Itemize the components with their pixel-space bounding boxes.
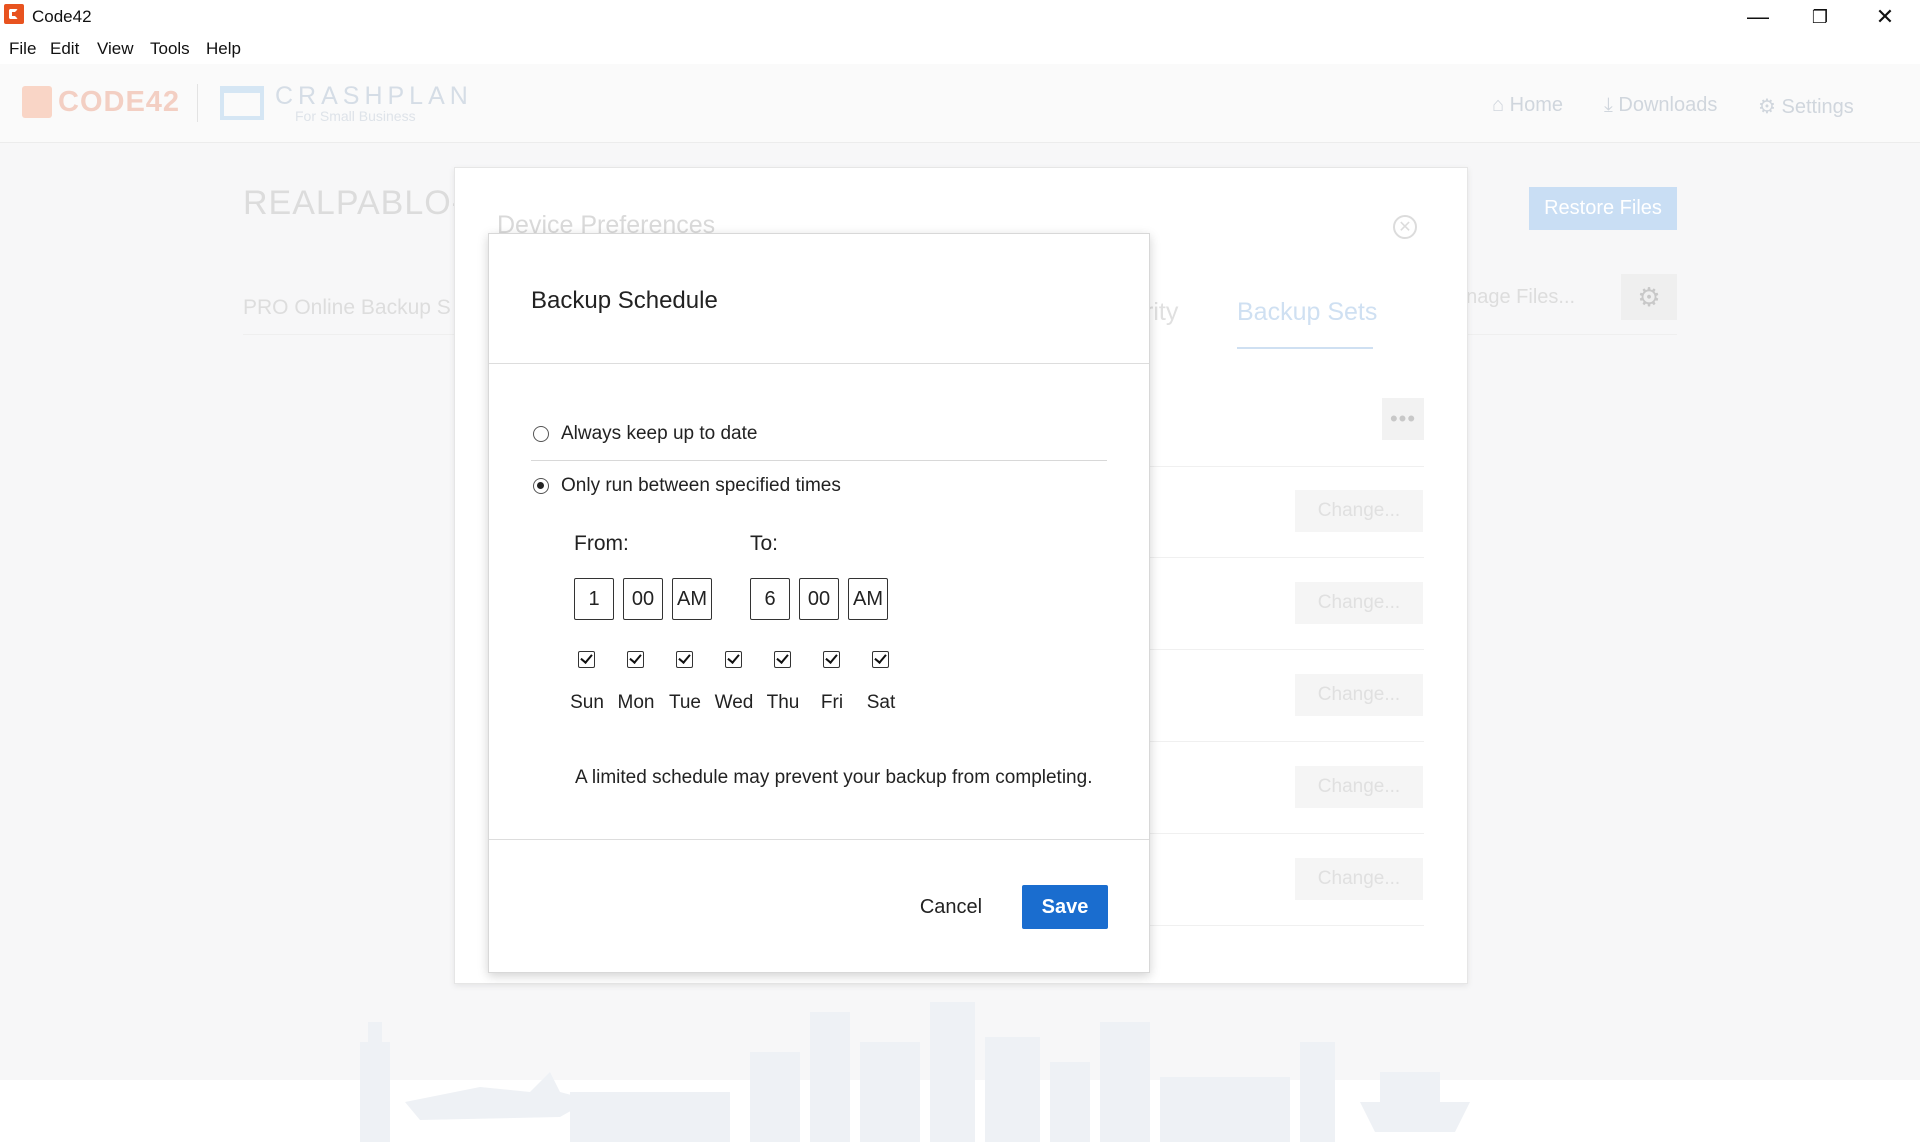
footer-divider [489,839,1149,840]
checkbox-sun[interactable] [578,651,595,668]
crashplan-logo-subtitle: For Small Business [295,108,416,124]
panel-close-button[interactable]: ✕ [1393,215,1417,239]
gear-icon: ⚙ [1758,96,1776,118]
checkbox-tue[interactable] [676,651,693,668]
checkbox-mon[interactable] [627,651,644,668]
nav-downloads[interactable]: ⤓ Downloads [1604,94,1717,117]
to-ampm-field[interactable]: AM [848,578,888,620]
menu-edit[interactable]: Edit [50,39,79,59]
day-label-sat: Sat [866,692,896,713]
device-settings-button[interactable]: ⚙ [1621,274,1677,320]
code42-logo-icon [22,86,52,118]
change-button[interactable]: Change... [1295,582,1423,624]
restore-files-button[interactable]: Restore Files [1529,187,1677,230]
row-divider [1144,833,1424,834]
restore-window-button[interactable]: ❐ [1790,0,1850,34]
to-minute-field[interactable]: 00 [799,578,839,620]
menu-help[interactable]: Help [206,39,241,59]
from-minute-field[interactable]: 00 [623,578,663,620]
radio-specified-times[interactable] [533,478,549,494]
backup-schedule-dialog: Backup Schedule Always keep up to date O… [488,233,1150,973]
from-hour-field[interactable]: 1 [574,578,614,620]
row-divider [1144,649,1424,650]
nav-settings[interactable]: ⚙ Settings [1758,94,1854,119]
to-hour-field[interactable]: 6 [750,578,790,620]
menu-file[interactable]: File [9,39,36,59]
close-window-button[interactable]: ✕ [1855,0,1915,34]
change-button[interactable]: Change... [1295,490,1423,532]
title-bar: Code42 — ❐ ✕ [0,0,1920,34]
day-label-tue: Tue [668,692,702,713]
menu-view[interactable]: View [97,39,134,59]
active-tab-indicator [1237,347,1373,349]
radio-specified-times-label[interactable]: Only run between specified times [561,475,841,497]
minimize-button[interactable]: — [1728,0,1788,34]
radio-always-up-to-date[interactable] [533,426,549,442]
tab-backup-sets[interactable]: Backup Sets [1237,298,1377,327]
crashplan-logo-text: CRASHPLAN [275,82,473,110]
save-button[interactable]: Save [1022,885,1108,929]
nav-home-label: Home [1509,94,1564,116]
day-label-mon: Mon [617,692,655,713]
checkbox-sat[interactable] [872,651,889,668]
code42-logo-text: CODE42 [58,86,181,118]
dialog-title: Backup Schedule [531,287,718,314]
home-icon: ⌂ [1492,94,1505,116]
code42-app-icon [4,4,24,24]
nav-home[interactable]: ⌂ Home [1492,94,1563,117]
gear-icon: ⚙ [1637,281,1661,312]
header-divider [489,363,1149,364]
day-label-fri: Fri [820,692,844,713]
window-title: Code42 [32,7,92,26]
nav-settings-label: Settings [1781,96,1854,118]
checkbox-wed[interactable] [725,651,742,668]
checkbox-thu[interactable] [774,651,791,668]
app-header: CODE42 CRASHPLAN For Small Business ⌂ Ho… [0,64,1920,143]
ellipsis-icon: ••• [1389,406,1417,431]
option-divider [531,460,1107,461]
checkbox-fri[interactable] [823,651,840,668]
row-divider [1144,466,1424,467]
pro-online-backup-label: PRO Online Backup S [243,296,451,319]
nav-downloads-label: Downloads [1618,94,1718,116]
row-divider [1144,925,1424,926]
close-icon: ✕ [1398,219,1412,236]
crashplan-logo-icon [220,86,264,120]
schedule-warning-text: A limited schedule may prevent your back… [575,767,1093,788]
row-divider [1144,557,1424,558]
device-name: REALPABLO-P [243,184,488,222]
to-label: To: [750,532,779,555]
change-button[interactable]: Change... [1295,766,1423,808]
cancel-button[interactable]: Cancel [911,885,991,929]
day-label-thu: Thu [766,692,800,713]
download-icon: ⤓ [1604,94,1613,116]
from-ampm-field[interactable]: AM [672,578,712,620]
from-label: From: [574,532,629,555]
logo-divider [197,84,198,122]
change-button[interactable]: Change... [1295,858,1423,900]
menu-tools[interactable]: Tools [150,39,190,59]
day-label-wed: Wed [714,692,754,713]
city-skyline-illustration [360,1002,1470,1142]
row-divider [1144,741,1424,742]
day-label-sun: Sun [570,692,604,713]
menu-bar: File Edit View Tools Help [0,34,1920,64]
radio-always-up-to-date-label[interactable]: Always keep up to date [561,423,757,445]
change-button[interactable]: Change... [1295,674,1423,716]
manage-files-link[interactable]: anage Files... [1455,286,1575,309]
more-options-button[interactable]: ••• [1382,398,1424,440]
